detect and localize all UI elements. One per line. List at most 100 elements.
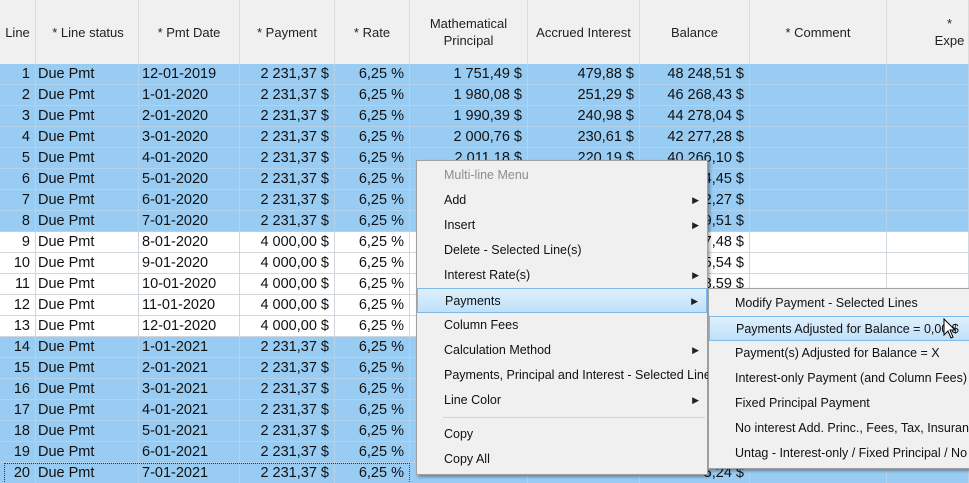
column-header-exp[interactable]: * Expe <box>887 0 969 64</box>
column-header-pay[interactable]: * Payment <box>240 0 335 64</box>
column-header-rate[interactable]: * Rate <box>335 0 410 64</box>
cell-date[interactable]: 11-01-2020 <box>139 295 240 316</box>
cell-pay[interactable]: 4 000,00 $ <box>240 253 335 274</box>
cell-date[interactable]: 1-01-2020 <box>139 85 240 106</box>
cell-princ[interactable]: 2 000,76 $ <box>410 127 528 148</box>
cell-date[interactable]: 8-01-2020 <box>139 232 240 253</box>
column-header-comm[interactable]: * Comment <box>750 0 887 64</box>
cell-line[interactable]: 8 <box>0 211 36 232</box>
column-header-int[interactable]: Accrued Interest <box>528 0 640 64</box>
cell-status[interactable]: Due Pmt <box>36 400 139 421</box>
cell-int[interactable]: 251,29 $ <box>528 85 640 106</box>
cell-pay[interactable]: 2 231,37 $ <box>240 379 335 400</box>
cell-status[interactable]: Due Pmt∨ <box>36 463 139 483</box>
cell-rate[interactable]: 6,25 % <box>335 211 410 232</box>
cell-rate[interactable]: 6,25 % <box>335 400 410 421</box>
cell-comm[interactable] <box>750 253 887 274</box>
cell-date[interactable]: 10-01-2020 <box>139 274 240 295</box>
cell-line[interactable]: 18 <box>0 421 36 442</box>
cell-exp[interactable] <box>887 211 969 232</box>
cell-comm[interactable] <box>750 127 887 148</box>
cell-status[interactable]: Due Pmt <box>36 64 139 85</box>
table-row[interactable]: 4 Due Pmt 3-01-2020 2 231,37 $6,25 % 2 000,7… <box>0 127 969 148</box>
column-header-bal[interactable]: Balance <box>640 0 750 64</box>
cell-line[interactable]: 4 <box>0 127 36 148</box>
cell-status[interactable]: Due Pmt <box>36 274 139 295</box>
cell-int[interactable]: 479,88 $ <box>528 64 640 85</box>
menu-item-insert[interactable]: Insert ▶ <box>417 213 707 238</box>
cell-rate[interactable]: 6,25 % <box>335 148 410 169</box>
cell-pay[interactable]: 2 231,37 $ <box>240 337 335 358</box>
cell-exp[interactable] <box>887 85 969 106</box>
cell-exp[interactable] <box>887 232 969 253</box>
cell-line[interactable]: 16 <box>0 379 36 400</box>
menu-item-copy-all[interactable]: Copy All <box>417 447 707 472</box>
menu-item-untag-interest-only-fixed-principal-no-in[interactable]: Untag - Interest-only / Fixed Principal … <box>709 441 969 466</box>
cell-status[interactable]: Due Pmt <box>36 106 139 127</box>
cell-comm[interactable] <box>750 64 887 85</box>
cell-exp[interactable] <box>887 253 969 274</box>
cell-rate[interactable]: 6,25 % <box>335 379 410 400</box>
cell-comm[interactable] <box>750 211 887 232</box>
menu-item-fixed-principal-payment[interactable]: Fixed Principal Payment <box>709 391 969 416</box>
cell-bal[interactable]: 48 248,51 $ <box>640 64 750 85</box>
column-header-date[interactable]: * Pmt Date <box>139 0 240 64</box>
cell-date[interactable]: 12-01-2019 <box>139 64 240 85</box>
cell-comm[interactable] <box>750 148 887 169</box>
column-header-line[interactable]: Line <box>0 0 36 64</box>
cell-date[interactable]: 7-01-2021 <box>139 463 240 483</box>
menu-item-modify-payment-selected-lines[interactable]: Modify Payment - Selected Lines <box>709 291 969 316</box>
cell-pay[interactable]: 4 000,00 $ <box>240 295 335 316</box>
cell-rate[interactable]: 6,25 % <box>335 463 410 483</box>
cell-rate[interactable]: 6,25 % <box>335 274 410 295</box>
cell-pay[interactable]: 2 231,37 $ <box>240 442 335 463</box>
cell-date[interactable]: 4-01-2021 <box>139 400 240 421</box>
cell-status[interactable]: Due Pmt <box>36 211 139 232</box>
cell-line[interactable]: 10 <box>0 253 36 274</box>
menu-item-interest-rate-s[interactable]: Interest Rate(s) ▶ <box>417 263 707 288</box>
table-row[interactable]: 2 Due Pmt 1-01-2020 2 231,37 $6,25 % 1 980,0… <box>0 85 969 106</box>
cell-rate[interactable]: 6,25 % <box>335 64 410 85</box>
cell-line[interactable]: 2 <box>0 85 36 106</box>
cell-rate[interactable]: 6,25 % <box>335 85 410 106</box>
menu-item-payments[interactable]: Payments ▶ <box>417 288 707 313</box>
cell-exp[interactable] <box>887 127 969 148</box>
column-header-status[interactable]: * Line status <box>36 0 139 64</box>
cell-exp[interactable] <box>887 169 969 190</box>
menu-item-calculation-method[interactable]: Calculation Method ▶ <box>417 338 707 363</box>
menu-item-add[interactable]: Add ▶ <box>417 188 707 213</box>
cell-pay[interactable]: 2 231,37 $ <box>240 64 335 85</box>
cell-line[interactable]: 5 <box>0 148 36 169</box>
cell-line[interactable]: 19 <box>0 442 36 463</box>
cell-date[interactable]: 4-01-2020 <box>139 148 240 169</box>
cell-rate[interactable]: 6,25 % <box>335 190 410 211</box>
cell-princ[interactable]: 1 980,08 $ <box>410 85 528 106</box>
cell-pay[interactable]: 4 000,00 $ <box>240 274 335 295</box>
cell-status[interactable]: Due Pmt <box>36 358 139 379</box>
cell-rate[interactable]: 6,25 % <box>335 106 410 127</box>
cell-status[interactable]: Due Pmt <box>36 421 139 442</box>
menu-item-interest-only-payment-and-column-fees[interactable]: Interest-only Payment (and Column Fees) <box>709 366 969 391</box>
cell-rate[interactable]: 6,25 % <box>335 337 410 358</box>
column-header-princ[interactable]: Mathematical Principal <box>410 0 528 64</box>
cell-status[interactable]: Due Pmt <box>36 169 139 190</box>
cell-exp[interactable] <box>887 148 969 169</box>
cell-line[interactable]: 20 <box>0 463 36 483</box>
cell-comm[interactable] <box>750 232 887 253</box>
cell-princ[interactable]: 1 990,39 $ <box>410 106 528 127</box>
cell-bal[interactable]: 42 277,28 $ <box>640 127 750 148</box>
cell-status[interactable]: Due Pmt <box>36 190 139 211</box>
menu-item-payment-s-adjusted-for-balance-x[interactable]: Payment(s) Adjusted for Balance = X <box>709 341 969 366</box>
cell-pay[interactable]: 2 231,37 $ <box>240 463 335 483</box>
cell-exp[interactable] <box>887 106 969 127</box>
menu-item-payments-principal-and-interest-selected-lines[interactable]: Payments, Principal and Interest - Selec… <box>417 363 717 388</box>
cell-rate[interactable]: 6,25 % <box>335 421 410 442</box>
cell-date[interactable]: 3-01-2020 <box>139 127 240 148</box>
cell-status[interactable]: Due Pmt <box>36 316 139 337</box>
cell-comm[interactable] <box>750 106 887 127</box>
menu-item-payments-adjusted-for-balance-0-00[interactable]: Payments Adjusted for Balance = 0,00 $ <box>709 316 969 341</box>
cell-status[interactable]: Due Pmt <box>36 148 139 169</box>
cell-date[interactable]: 6-01-2020 <box>139 190 240 211</box>
cell-pay[interactable]: 2 231,37 $ <box>240 421 335 442</box>
cell-date[interactable]: 5-01-2021 <box>139 421 240 442</box>
